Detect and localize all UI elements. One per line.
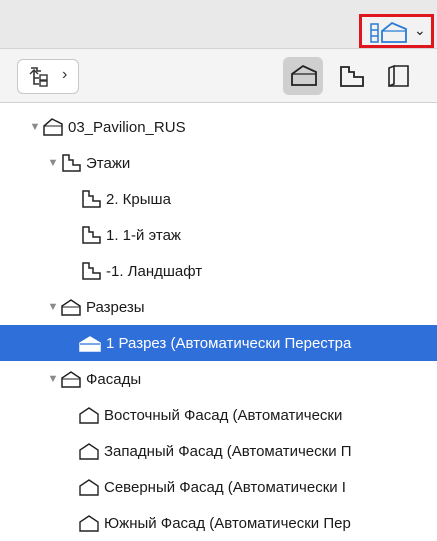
section-icon bbox=[61, 299, 81, 316]
layout-book-button[interactable] bbox=[378, 57, 418, 95]
chevron-right-icon: › bbox=[62, 66, 68, 83]
navigator-menu-button[interactable]: › bbox=[17, 59, 79, 94]
disclosure-expanded-icon[interactable]: ▼ bbox=[28, 121, 42, 133]
layout-book-icon bbox=[388, 64, 409, 88]
tree-item-elevation[interactable]: Южный Фасад (Автоматически Пер bbox=[0, 505, 437, 541]
project-tree-icon bbox=[29, 67, 48, 87]
tree-item-label: Южный Фасад (Автоматически Пер bbox=[104, 514, 351, 532]
tree-item-label: -1. Ландшафт bbox=[106, 262, 203, 280]
project-map-button[interactable] bbox=[283, 57, 323, 95]
elevation-icon bbox=[61, 371, 81, 388]
tree-item-story[interactable]: -1. Ландшафт bbox=[0, 253, 437, 289]
tree-item-label: Разрезы bbox=[86, 298, 145, 316]
tree-item-section-selected[interactable]: 1 Разрез (Автоматически Перестра bbox=[0, 325, 437, 361]
disclosure-expanded-icon[interactable]: ▼ bbox=[46, 301, 60, 313]
section-icon bbox=[79, 336, 101, 352]
disclosure-expanded-icon[interactable]: ▼ bbox=[46, 373, 60, 385]
tree-item-label: Западный Фасад (Автоматически П bbox=[104, 442, 352, 460]
tree-item-label: Северный Фасад (Автоматически I bbox=[104, 478, 346, 496]
tree-item-story[interactable]: 1. 1-й этаж bbox=[0, 217, 437, 253]
view-map-mode-icon bbox=[340, 66, 364, 87]
tree-item-label: 1. 1-й этаж bbox=[106, 226, 181, 244]
elevation-icon bbox=[79, 515, 99, 532]
story-icon bbox=[82, 226, 101, 244]
tree-item-elevation[interactable]: Западный Фасад (Автоматически П bbox=[0, 433, 437, 469]
tree-item-label: Фасады bbox=[86, 370, 142, 388]
tree-group-elevations[interactable]: ▼ Фасады bbox=[0, 361, 437, 397]
view-map-icon bbox=[370, 21, 407, 43]
project-map-icon bbox=[291, 64, 317, 86]
top-bar: ⌄ bbox=[0, 0, 437, 48]
tree-item-elevation[interactable]: Восточный Фасад (Автоматически bbox=[0, 397, 437, 433]
tree-item-story[interactable]: 2. Крыша bbox=[0, 181, 437, 217]
tree-group-sections[interactable]: ▼ Разрезы bbox=[0, 289, 437, 325]
tree-item-project[interactable]: ▼ 03_Pavilion_RUS bbox=[0, 109, 437, 145]
view-map-button[interactable] bbox=[331, 57, 371, 95]
tree-item-label: 1 Разрез (Автоматически Перестра bbox=[106, 334, 352, 352]
tree-item-label: 03_Pavilion_RUS bbox=[68, 118, 186, 136]
elevation-icon bbox=[79, 407, 99, 424]
tree-item-label: 2. Крыша bbox=[106, 190, 171, 208]
elevation-icon bbox=[79, 443, 99, 460]
tree-item-elevation[interactable]: Северный Фасад (Автоматически I bbox=[0, 469, 437, 505]
disclosure-expanded-icon[interactable]: ▼ bbox=[46, 157, 60, 169]
elevation-icon bbox=[79, 479, 99, 496]
tree-item-label: Восточный Фасад (Автоматически bbox=[104, 406, 343, 424]
navigator-toolbar: › bbox=[0, 48, 437, 103]
story-icon bbox=[62, 154, 81, 172]
story-icon bbox=[82, 262, 101, 280]
chevron-down-icon: ⌄ bbox=[414, 22, 426, 38]
story-icon bbox=[82, 190, 101, 208]
tree-item-label: Этажи bbox=[86, 154, 131, 172]
project-house-icon bbox=[43, 118, 63, 136]
view-switch-dropdown[interactable]: ⌄ bbox=[359, 14, 434, 48]
tree-group-stories[interactable]: ▼ Этажи bbox=[0, 145, 437, 181]
